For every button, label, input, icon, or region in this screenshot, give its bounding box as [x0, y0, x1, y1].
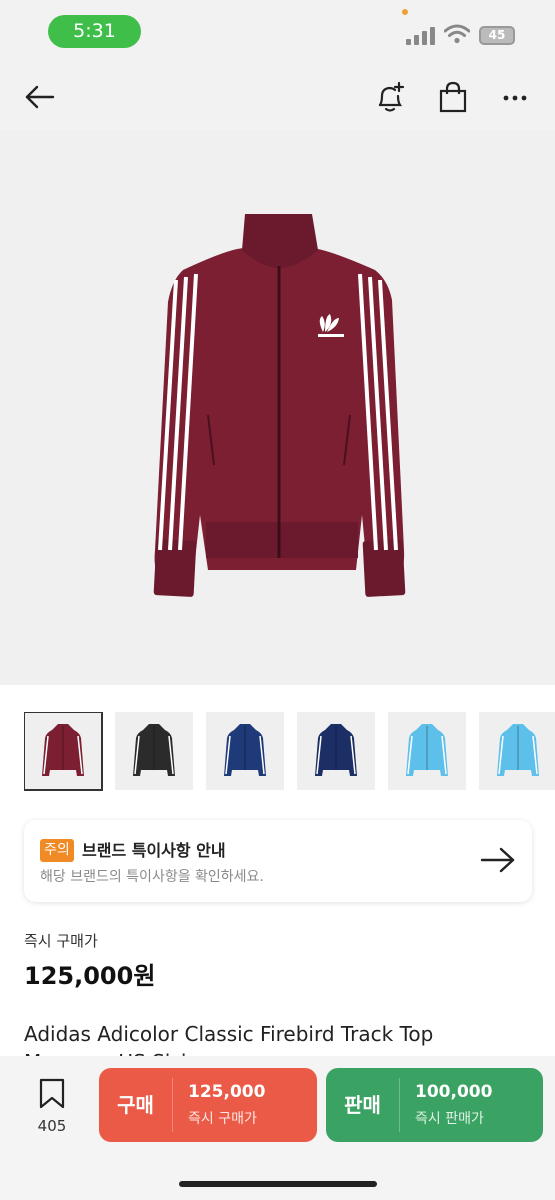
- price-value: 125,000원: [24, 962, 156, 990]
- notice-title: 브랜드 특이사항 안내: [82, 841, 226, 860]
- notice-subtitle: 해당 브랜드의 특이사항을 확인하세요.: [40, 869, 264, 885]
- buy-button[interactable]: 구매 125,000 즉시 구매가: [99, 1068, 317, 1142]
- bookmark-icon: [39, 1078, 65, 1109]
- thumbnail-jacket-image: [224, 724, 266, 776]
- back-arrow-icon[interactable]: [22, 80, 56, 114]
- product-image[interactable]: [0, 130, 555, 685]
- buy-label: 구매: [117, 1093, 154, 1117]
- signal-icon: [406, 27, 436, 45]
- sell-price: 100,000: [415, 1082, 493, 1102]
- color-thumbnail[interactable]: [388, 712, 466, 790]
- color-thumbnails: [24, 712, 555, 792]
- color-thumbnail[interactable]: [24, 712, 103, 791]
- buy-sub-label: 즉시 구매가: [188, 1111, 257, 1127]
- product-name: Adidas Adicolor Classic Firebird Track T…: [24, 1022, 434, 1046]
- color-thumbnail[interactable]: [297, 712, 375, 790]
- thumbnail-jacket-image: [42, 724, 84, 776]
- sell-label: 판매: [344, 1093, 381, 1117]
- price-label: 즉시 구매가: [24, 932, 98, 950]
- thumbnail-jacket-image: [133, 724, 175, 776]
- sell-divider: [399, 1078, 400, 1132]
- buy-price: 125,000: [188, 1082, 266, 1102]
- status-time: 5:31: [48, 15, 141, 48]
- bottom-action-bar: 405 구매 125,000 즉시 구매가 판매 100,000 즉시 판매가: [0, 1056, 555, 1200]
- status-bar: 5:31 45: [0, 0, 555, 64]
- color-thumbnail[interactable]: [115, 712, 193, 790]
- thumbnail-jacket-image: [406, 724, 448, 776]
- wishlist-count: 405: [37, 1117, 67, 1135]
- bell-plus-icon[interactable]: [373, 80, 407, 114]
- sell-button[interactable]: 판매 100,000 즉시 판매가: [326, 1068, 543, 1142]
- jacket-illustration: [153, 214, 406, 597]
- top-navigation: [0, 64, 555, 130]
- notice-tag: 주의: [40, 839, 74, 862]
- brand-notice-card[interactable]: 주의 브랜드 특이사항 안내 해당 브랜드의 특이사항을 확인하세요.: [24, 820, 532, 902]
- color-thumbnail[interactable]: [479, 712, 555, 790]
- more-icon[interactable]: [499, 80, 533, 114]
- wifi-icon: [444, 24, 470, 44]
- battery-icon: 45: [479, 26, 515, 45]
- sell-sub-label: 즉시 판매가: [415, 1111, 484, 1127]
- buy-divider: [172, 1078, 173, 1132]
- shopping-bag-icon[interactable]: [436, 80, 470, 114]
- thumbnail-jacket-image: [497, 724, 539, 776]
- thumbnail-jacket-image: [315, 724, 357, 776]
- wishlist-button[interactable]: 405: [30, 1078, 74, 1135]
- color-thumbnail[interactable]: [206, 712, 284, 790]
- camera-indicator-icon: [402, 9, 408, 15]
- arrow-right-icon: [480, 847, 515, 873]
- home-indicator: [179, 1181, 377, 1187]
